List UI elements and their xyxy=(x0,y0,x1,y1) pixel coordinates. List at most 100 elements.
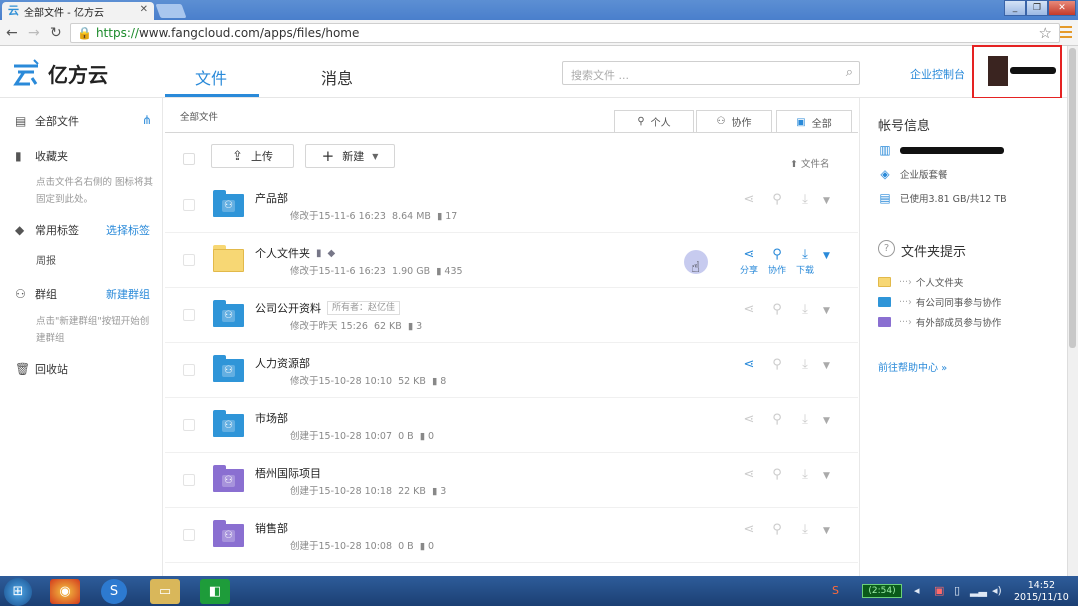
row-checkbox[interactable] xyxy=(183,529,195,541)
share-icon[interactable]: ⋖ xyxy=(735,412,763,427)
tag-icon[interactable]: ◆ xyxy=(328,248,336,259)
choose-tags-link[interactable]: 选择标签 xyxy=(106,222,150,238)
tag-item-weekly[interactable]: 周报 xyxy=(36,252,56,267)
download-icon[interactable]: ⤓ 下载 xyxy=(791,247,819,276)
more-chevron-icon[interactable]: ▼ xyxy=(823,361,830,371)
folder-name[interactable]: 市场部 xyxy=(255,410,288,426)
close-tab-icon[interactable]: ✕ xyxy=(140,4,148,15)
tray-battery-icon[interactable]: ▯ xyxy=(954,584,960,597)
tray-expand-icon[interactable]: ◂ xyxy=(914,584,920,597)
row-checkbox[interactable] xyxy=(183,474,195,486)
table-row[interactable]: ⚇ 产品部 修改于15-11-6 16:23 8.64 MB ▮ 17 ⋖ ⚲ ⤓ ▼ xyxy=(165,178,858,233)
row-checkbox[interactable] xyxy=(183,364,195,376)
table-row[interactable]: ⚇ 人力资源部 修改于15-10-28 10:10 52 KB ▮ 8 ⋖ ⚲ ⤓ ▼ xyxy=(165,343,858,398)
collaborate-icon[interactable]: ⚲ xyxy=(763,467,791,482)
breadcrumb[interactable]: 全部文件 xyxy=(180,109,218,123)
taskbar-clock[interactable]: 14:52 2015/11/10 xyxy=(1014,580,1069,604)
close-window-button[interactable]: ✕ xyxy=(1048,0,1076,16)
table-row[interactable]: ⚇ 销售部 创建于15-10-28 10:08 0 B ▮ 0 ⋖ ⚲ ⤓ ▼ xyxy=(165,508,858,563)
browser-tab[interactable]: 云 全部文件 - 亿方云 ✕ xyxy=(2,2,154,20)
share-icon[interactable]: ⋖ xyxy=(735,302,763,317)
sidebar-item-all-files[interactable]: ▤ 全部文件 xyxy=(15,113,79,129)
reload-icon[interactable]: ↻ xyxy=(50,25,62,41)
tray-signal-icon[interactable]: ▂▃ xyxy=(970,584,987,597)
scrollbar-thumb[interactable] xyxy=(1069,48,1076,348)
scope-tab-personal[interactable]: ⚲ 个人 xyxy=(614,110,694,132)
search-icon[interactable]: ⌕ xyxy=(846,65,853,80)
collaborate-icon[interactable]: ⚲ 协作 xyxy=(763,247,791,276)
more-chevron-icon[interactable]: ▼ xyxy=(823,471,830,481)
app-taskbar-icon[interactable]: ◧ xyxy=(200,579,230,604)
bookmark-icon[interactable]: ▮ xyxy=(316,248,322,259)
tab-messages[interactable]: 消息 xyxy=(321,65,353,89)
org-tree-icon[interactable]: ⋔ xyxy=(142,113,152,127)
create-button[interactable]: + 新建 ▼ xyxy=(305,144,395,168)
download-icon[interactable]: ⤓ xyxy=(791,467,819,482)
battery-indicator[interactable]: (2:54) xyxy=(862,584,902,598)
folder-name[interactable]: 销售部 xyxy=(255,520,288,536)
row-checkbox[interactable] xyxy=(183,419,195,431)
collaborate-icon[interactable]: ⚲ xyxy=(763,192,791,207)
download-icon[interactable]: ⤓ xyxy=(791,192,819,207)
explorer-taskbar-icon[interactable]: ▭ xyxy=(150,579,180,604)
scope-tab-all[interactable]: ▣ 全部 xyxy=(776,110,852,133)
restore-button[interactable]: ❐ xyxy=(1026,0,1048,16)
search-input[interactable]: 搜索文件 ... ⌕ xyxy=(562,61,860,85)
collaborate-icon[interactable]: ⚲ xyxy=(763,412,791,427)
folder-name[interactable]: 产品部 xyxy=(255,190,288,206)
brand-logo[interactable]: 亿方云 xyxy=(10,58,108,88)
back-icon[interactable]: ← xyxy=(6,25,18,41)
new-group-link[interactable]: 新建群组 xyxy=(106,286,150,302)
select-all-checkbox[interactable] xyxy=(183,153,195,165)
sort-by-name[interactable]: ⬆ 文件名 xyxy=(790,156,830,170)
folder-name[interactable]: 人力资源部 xyxy=(255,355,310,371)
table-row[interactable]: 个人文件夹 ▮ ◆ 修改于15-11-6 16:23 1.90 GB ▮ 435 ⋖ 分享… xyxy=(165,233,858,288)
table-row[interactable]: ⚇ 梧州国际项目 创建于15-10-28 10:18 22 KB ▮ 3 ⋖ ⚲ ⤓ ▼ xyxy=(165,453,858,508)
row-checkbox[interactable] xyxy=(183,309,195,321)
table-row[interactable]: ⚇ 公司公开资料 所有者：赵亿佳 修改于昨天 15:26 62 KB ▮ 3 ⋖ ⚲ ⤓ ▼ xyxy=(165,288,858,343)
download-icon[interactable]: ⤓ xyxy=(791,522,819,537)
table-row[interactable]: ⚇ 市场部 创建于15-10-28 10:07 0 B ▮ 0 ⋖ ⚲ ⤓ ▼ xyxy=(165,398,858,453)
sidebar-item-recycle[interactable]: 🗑 回收站 xyxy=(15,361,68,377)
sogou-taskbar-icon[interactable]: S xyxy=(101,579,127,604)
upload-button[interactable]: ⇪ 上传 xyxy=(211,144,294,168)
more-chevron-icon[interactable]: ▼ xyxy=(823,416,830,426)
help-center-link[interactable]: 前往帮助中心 » xyxy=(878,359,947,374)
share-icon[interactable]: ⋖ 分享 xyxy=(735,247,763,276)
share-icon[interactable]: ⋖ xyxy=(735,357,763,372)
share-icon[interactable]: ⋖ xyxy=(735,522,763,537)
browser-menu-icon[interactable] xyxy=(1060,26,1072,38)
bookmark-star-icon[interactable]: ☆ xyxy=(1039,24,1052,42)
new-tab-button[interactable] xyxy=(155,4,187,18)
share-icon[interactable]: ⋖ xyxy=(735,192,763,207)
enterprise-console-link[interactable]: 企业控制台 xyxy=(910,66,965,82)
forward-icon[interactable]: → xyxy=(28,25,40,41)
folder-name[interactable]: 公司公开资料 所有者：赵亿佳 xyxy=(255,300,401,316)
sidebar-item-tags[interactable]: ◆ 常用标签 xyxy=(15,222,79,238)
row-checkbox[interactable] xyxy=(183,199,195,211)
tab-files[interactable]: 文件 xyxy=(195,65,227,89)
sidebar-item-favorites[interactable]: ▮ 收藏夹 xyxy=(15,148,68,164)
collaborate-icon[interactable]: ⚲ xyxy=(763,357,791,372)
address-bar[interactable]: 🔒 https:// www.fangcloud.com/apps/files/… xyxy=(70,23,1060,43)
more-chevron-icon[interactable]: ▼ xyxy=(823,196,830,206)
sidebar-item-groups[interactable]: ⚇ 群组 xyxy=(15,286,57,302)
folder-name[interactable]: 个人文件夹 ▮ ◆ xyxy=(255,245,335,261)
row-checkbox[interactable] xyxy=(183,254,195,266)
start-button[interactable]: ⊞ xyxy=(4,578,32,606)
scope-tab-collab[interactable]: ⚇ 协作 xyxy=(696,110,772,132)
download-icon[interactable]: ⤓ xyxy=(791,302,819,317)
share-icon[interactable]: ⋖ xyxy=(735,467,763,482)
tray-volume-icon[interactable]: ◂) xyxy=(992,584,1002,597)
download-icon[interactable]: ⤓ xyxy=(791,357,819,372)
more-chevron-icon[interactable]: ▼ xyxy=(823,251,830,261)
more-chevron-icon[interactable]: ▼ xyxy=(823,306,830,316)
more-chevron-icon[interactable]: ▼ xyxy=(823,526,830,536)
sogou-tray-icon[interactable]: S xyxy=(832,584,839,597)
chrome-taskbar-icon[interactable]: ◉ xyxy=(50,579,80,604)
collaborate-icon[interactable]: ⚲ xyxy=(763,522,791,537)
folder-name[interactable]: 梧州国际项目 xyxy=(255,465,321,481)
collaborate-icon[interactable]: ⚲ xyxy=(763,302,791,317)
tray-network-icon[interactable]: ▣ xyxy=(934,584,944,597)
minimize-button[interactable]: _ xyxy=(1004,0,1026,16)
